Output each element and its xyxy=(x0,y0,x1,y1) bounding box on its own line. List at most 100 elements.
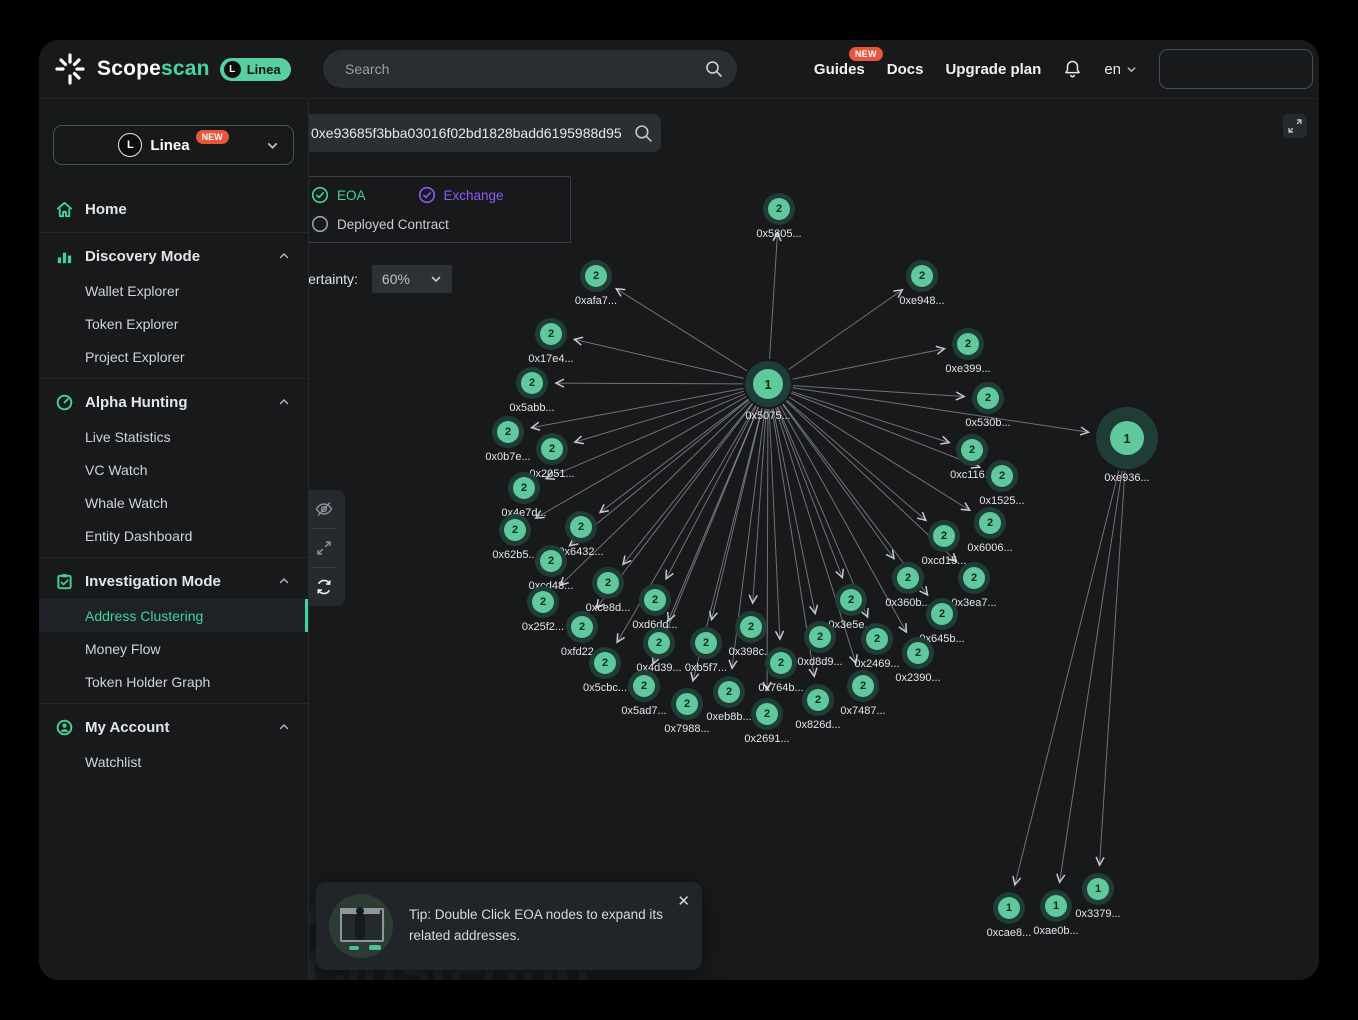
graph-node-0xae0b[interactable]: 1 xyxy=(1040,890,1072,922)
sidebar-section-investigation-mode[interactable]: Investigation Mode xyxy=(39,563,308,599)
language-selector[interactable]: en xyxy=(1104,61,1137,78)
sidebar-section-alpha-hunting[interactable]: Alpha Hunting xyxy=(39,384,308,420)
global-search[interactable] xyxy=(323,50,737,88)
graph-node-0x2390[interactable]: 2 xyxy=(902,637,934,669)
sidebar-item-home[interactable]: Home xyxy=(39,191,308,227)
graph-node-0x3ea7[interactable]: 2 xyxy=(958,562,990,594)
tip-tooltip: Tip: Double Click EOA nodes to expand it… xyxy=(316,882,702,970)
graph-node-0xd6dd[interactable]: 2 xyxy=(639,584,671,616)
nav-docs[interactable]: Docs xyxy=(887,61,924,78)
chevron-up-icon xyxy=(278,721,290,733)
sidebar-item-wallet-explorer[interactable]: Wallet Explorer xyxy=(39,274,308,307)
close-icon[interactable]: ✕ xyxy=(677,892,690,910)
certainty-select[interactable]: 60% xyxy=(372,265,452,293)
brand[interactable]: Scopescan L Linea xyxy=(53,52,291,86)
sidebar-section-my-account[interactable]: My Account xyxy=(39,709,308,745)
graph-node-0x7487[interactable]: 2 xyxy=(847,670,879,702)
graph-node-0x764b[interactable]: 2 xyxy=(765,647,797,679)
wallet-connect-button[interactable] xyxy=(1159,49,1313,89)
notifications-bell-icon[interactable] xyxy=(1063,59,1082,79)
graph-node-0x5805[interactable]: 2 xyxy=(763,193,795,225)
graph-node-0x4d39[interactable]: 2 xyxy=(643,627,675,659)
graph-node-0x3e5e[interactable]: 2 xyxy=(835,584,867,616)
nav-upgrade-plan[interactable]: Upgrade plan xyxy=(945,61,1041,78)
graph-node-0xc116[interactable]: 2 xyxy=(956,434,988,466)
search-icon[interactable] xyxy=(634,124,653,143)
graph-node-0x2691[interactable]: 2 xyxy=(751,698,783,730)
graph-node-0x0b7e[interactable]: 2 xyxy=(492,416,524,448)
graph-node-0xcae8[interactable]: 1 xyxy=(993,892,1025,924)
graph-node-0x17e4[interactable]: 2 xyxy=(535,318,567,350)
graph-edge xyxy=(712,408,763,619)
graph-node-0x6432[interactable]: 2 xyxy=(565,511,597,543)
legend-deployed-contract[interactable]: Deployed Contract xyxy=(311,215,449,233)
nav-guides[interactable]: Guides NEW xyxy=(814,61,865,78)
sidebar-item-entity-dashboard[interactable]: Entity Dashboard xyxy=(39,519,308,552)
refresh-icon xyxy=(314,577,334,597)
graph-edge xyxy=(616,289,747,371)
graph-node-0x360b[interactable]: 2 xyxy=(892,562,924,594)
circle-icon xyxy=(311,215,329,233)
network-select[interactable]: L Linea NEW xyxy=(53,125,294,165)
sidebar: L Linea NEW Home Discovery Mode xyxy=(39,99,309,980)
network-new-badge: NEW xyxy=(196,130,229,144)
sidebar-item-live-statistics[interactable]: Live Statistics xyxy=(39,420,308,453)
graph-node-0x2051[interactable]: 2 xyxy=(536,433,568,465)
legend-eoa[interactable]: EOA xyxy=(311,186,366,204)
graph-node-0xe936[interactable]: 1 xyxy=(1096,407,1158,469)
graph-node-0x398c[interactable]: 2 xyxy=(735,611,767,643)
sidebar-item-token-holder-graph[interactable]: Token Holder Graph xyxy=(39,665,308,698)
graph-node-0xd8d9[interactable]: 2 xyxy=(804,621,836,653)
graph-node-0x5075[interactable]: 1 xyxy=(745,361,791,407)
graph-node-0x645b[interactable]: 2 xyxy=(926,598,958,630)
refresh-button[interactable] xyxy=(303,568,345,606)
sidebar-item-watchlist[interactable]: Watchlist xyxy=(39,745,308,778)
graph-node-0xeb8b[interactable]: 2 xyxy=(713,676,745,708)
hide-labels-button[interactable] xyxy=(303,490,345,528)
graph-node-0x25f2[interactable]: 2 xyxy=(527,586,559,618)
legend-exchange[interactable]: Exchange xyxy=(418,186,504,204)
sidebar-item-address-clustering[interactable]: Address Clustering xyxy=(39,599,308,632)
sidebar-item-vc-watch[interactable]: VC Watch xyxy=(39,453,308,486)
fullscreen-button[interactable] xyxy=(1283,114,1307,138)
sidebar-section-discovery-mode[interactable]: Discovery Mode xyxy=(39,238,308,274)
graph-node-0x530b[interactable]: 2 xyxy=(972,382,1004,414)
graph-node-0x4e7d[interactable]: 2 xyxy=(508,472,540,504)
address-search[interactable] xyxy=(298,114,661,152)
graph-node-0x7988[interactable]: 2 xyxy=(671,688,703,720)
graph-node-0xcd15[interactable]: 2 xyxy=(928,520,960,552)
address-search-input[interactable] xyxy=(309,124,634,142)
global-search-input[interactable] xyxy=(343,60,705,78)
graph-edge xyxy=(556,383,743,384)
graph-node-0xcd48[interactable]: 2 xyxy=(535,545,567,577)
sidebar-item-project-explorer[interactable]: Project Explorer xyxy=(39,340,308,373)
sidebar-item-whale-watch[interactable]: Whale Watch xyxy=(39,486,308,519)
graph-node-0xafa7[interactable]: 2 xyxy=(580,260,612,292)
graph-edge xyxy=(770,233,778,359)
graph-node-0x6006[interactable]: 2 xyxy=(974,507,1006,539)
graph-node-0xe399[interactable]: 2 xyxy=(952,328,984,360)
graph-node-0xfd22[interactable]: 2 xyxy=(566,611,598,643)
app-window: 10x5075...20x5805...20xafa7...20xe948...… xyxy=(39,40,1319,980)
graph-node-0xb5f7[interactable]: 2 xyxy=(690,627,722,659)
sidebar-item-money-flow[interactable]: Money Flow xyxy=(39,632,308,665)
check-circle-icon xyxy=(418,186,436,204)
top-header: Scopescan L Linea Guides NEW Docs Upgrad… xyxy=(39,40,1319,99)
graph-node-0xce8d[interactable]: 2 xyxy=(592,567,624,599)
graph-node-0x5ad7[interactable]: 2 xyxy=(628,670,660,702)
graph-node-0x5cbc[interactable]: 2 xyxy=(589,647,621,679)
divider xyxy=(39,232,308,233)
graph-node-0x2469[interactable]: 2 xyxy=(861,623,893,655)
graph-node-0x62b5[interactable]: 2 xyxy=(499,514,531,546)
sidebar-item-token-explorer[interactable]: Token Explorer xyxy=(39,307,308,340)
graph-node-0x1525[interactable]: 2 xyxy=(986,460,1018,492)
graph-node-0x826d[interactable]: 2 xyxy=(802,684,834,716)
chevron-up-icon xyxy=(278,575,290,587)
fit-view-button[interactable] xyxy=(303,529,345,567)
graph-edge xyxy=(789,397,969,510)
home-icon xyxy=(55,200,74,219)
graph-node-0x5abb[interactable]: 2 xyxy=(516,367,548,399)
graph-node-0x3379[interactable]: 1 xyxy=(1082,873,1114,905)
graph-node-0xe948[interactable]: 2 xyxy=(906,260,938,292)
scopescan-logo-icon xyxy=(53,52,87,86)
